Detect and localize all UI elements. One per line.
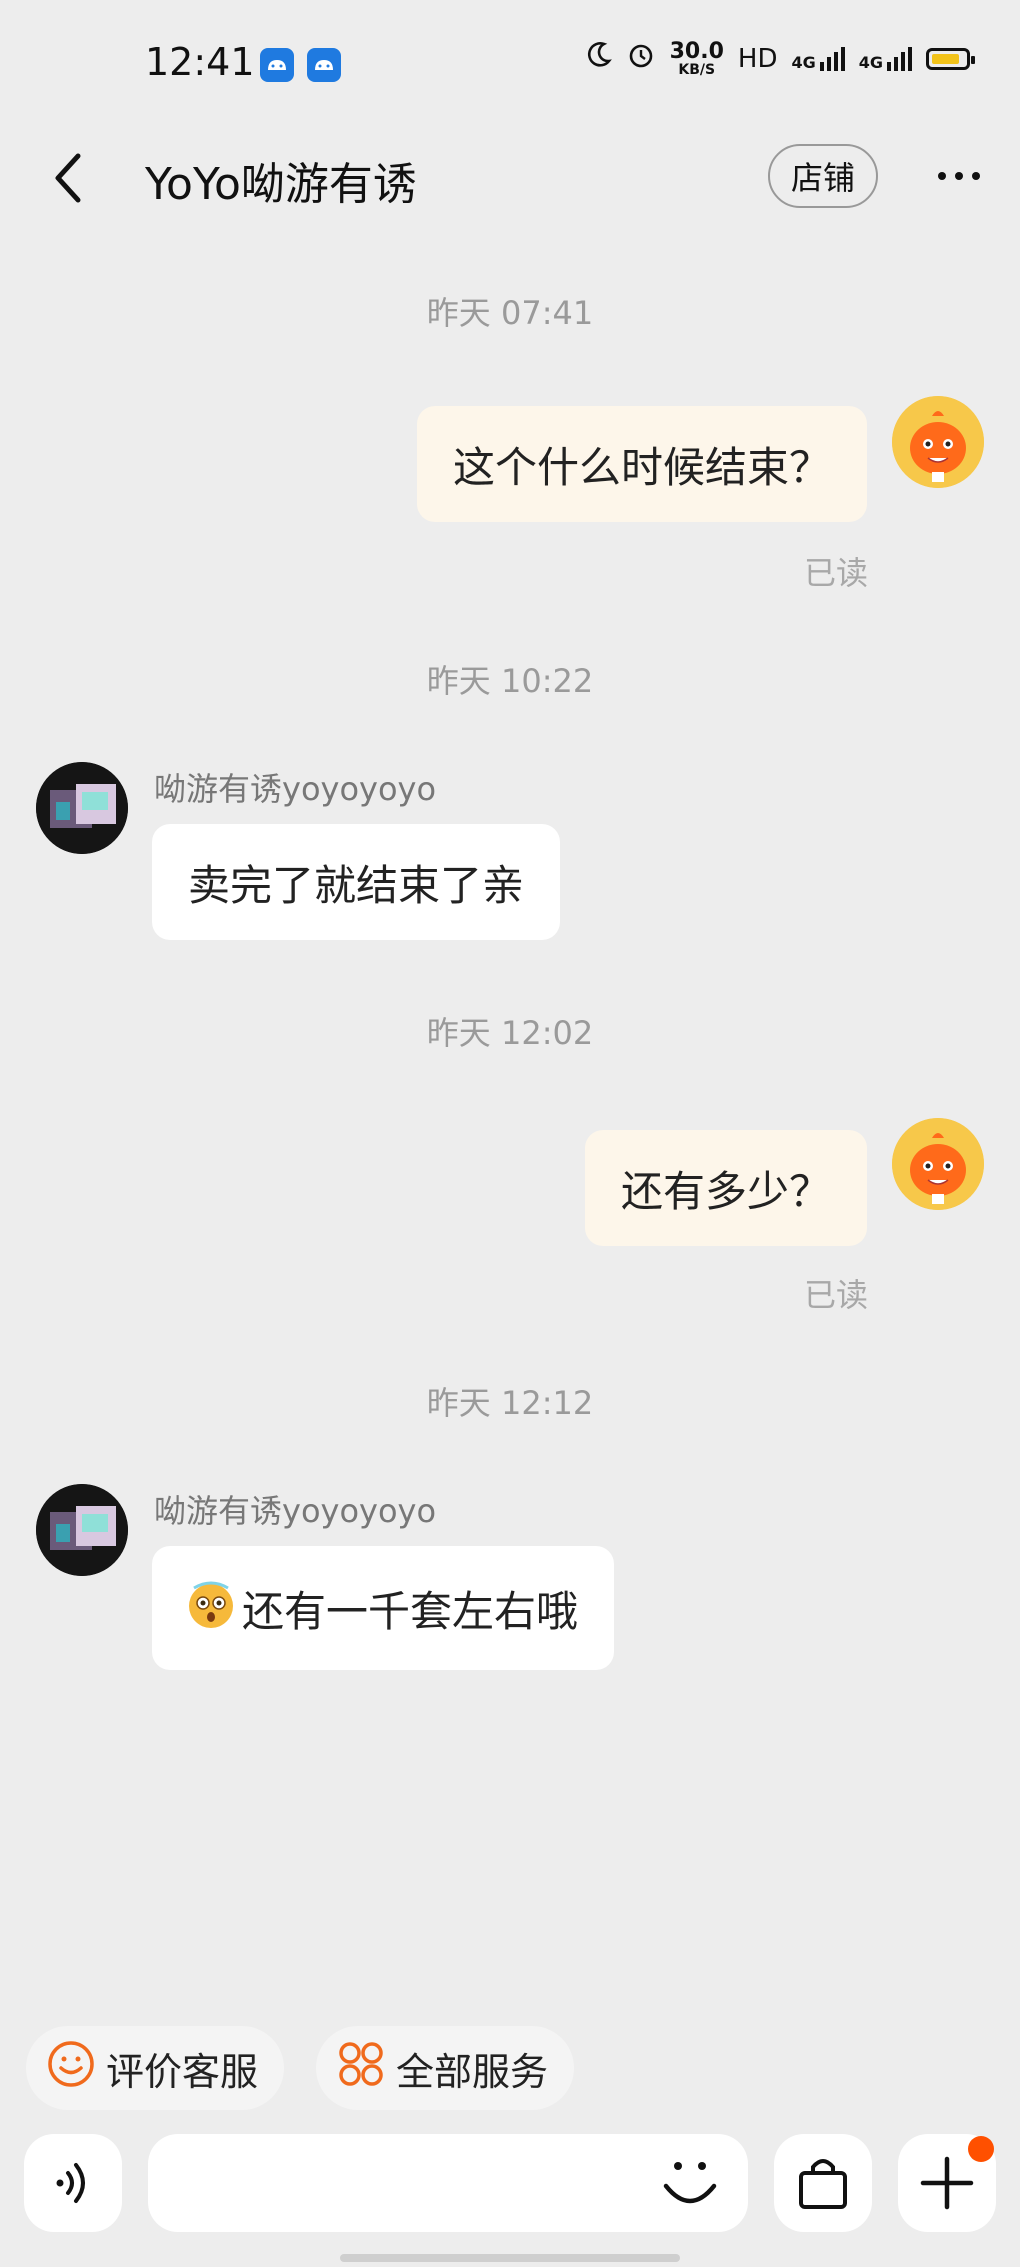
signal-icon <box>887 46 912 71</box>
dot-icon <box>972 172 980 180</box>
my-avatar[interactable] <box>892 396 984 488</box>
signal-icon <box>819 46 845 71</box>
notification-dot <box>968 2136 994 2162</box>
voice-icon <box>56 2163 85 2203</box>
seller-avatar[interactable] <box>36 762 128 854</box>
speed-value: 30.0 <box>669 38 724 64</box>
rate-service-button[interactable]: 评价客服 <box>26 2026 285 2110</box>
net-label-2: 4G <box>858 52 883 72</box>
android-app-icon <box>260 48 294 82</box>
status-time: 12:41 <box>145 40 255 84</box>
message-input[interactable] <box>148 2134 748 2232</box>
read-status: 已读 <box>803 1276 868 1314</box>
home-indicator[interactable] <box>340 2254 680 2262</box>
shopping-bag-icon <box>799 2159 847 2209</box>
status-icons: 30.0 KB/S HD 4G 4G <box>586 38 975 78</box>
dot-icon <box>938 172 946 180</box>
smile-icon <box>663 2162 717 2204</box>
astonished-emoji-icon <box>184 1576 238 1640</box>
plus-icon <box>920 2156 974 2210</box>
shopping-bag-button[interactable] <box>774 2134 872 2232</box>
message-bubble-them[interactable]: 卖完了就结束了亲 <box>152 824 561 940</box>
network-speed: 30.0 KB/S <box>669 38 724 78</box>
battery-icon <box>926 47 975 70</box>
message-timestamp: 昨天 07:41 <box>426 294 594 332</box>
chat-title: YoYo呦游有诱 <box>145 159 417 210</box>
my-avatar[interactable] <box>892 1118 984 1210</box>
sender-name: 呦游有诱yoyoyoyo <box>154 770 437 808</box>
smile-icon <box>46 2039 96 2098</box>
emoji-button[interactable] <box>662 2154 718 2216</box>
voice-button[interactable] <box>24 2134 122 2232</box>
all-services-button[interactable]: 全部服务 <box>316 2026 575 2110</box>
android-app-icon <box>307 48 341 82</box>
all-services-label: 全部服务 <box>396 2049 549 2094</box>
alarm-icon <box>626 40 656 77</box>
chevron-left-icon <box>55 153 81 203</box>
hd-indicator: HD <box>737 43 778 74</box>
message-bubble-me[interactable]: 还有多少？ <box>584 1130 867 1246</box>
message-timestamp: 昨天 12:02 <box>426 1014 594 1052</box>
shop-button[interactable]: 店铺 <box>768 144 878 208</box>
signal-4g-2: 4G <box>859 46 912 72</box>
dot-icon <box>955 172 963 180</box>
moon-icon <box>586 41 612 76</box>
back-button[interactable] <box>48 150 88 210</box>
seller-avatar[interactable] <box>36 1484 128 1576</box>
message-text: 还有一千套左右哦 <box>242 1586 579 1636</box>
message-timestamp: 昨天 12:12 <box>426 1384 594 1422</box>
message-bubble-them[interactable]: 还有一千套左右哦 <box>152 1546 615 1670</box>
read-status: 已读 <box>803 554 868 592</box>
signal-4g-1: 4G <box>791 46 845 72</box>
grid-services-icon <box>336 2039 386 2098</box>
message-timestamp: 昨天 10:22 <box>426 662 594 700</box>
rate-service-label: 评价客服 <box>106 2049 259 2094</box>
speed-unit: KB/S <box>678 61 716 78</box>
net-label-1: 4G <box>791 52 816 72</box>
message-bubble-me[interactable]: 这个什么时候结束？ <box>416 406 867 522</box>
more-options-button[interactable] <box>938 172 980 180</box>
sender-name: 呦游有诱yoyoyoyo <box>154 1492 437 1530</box>
